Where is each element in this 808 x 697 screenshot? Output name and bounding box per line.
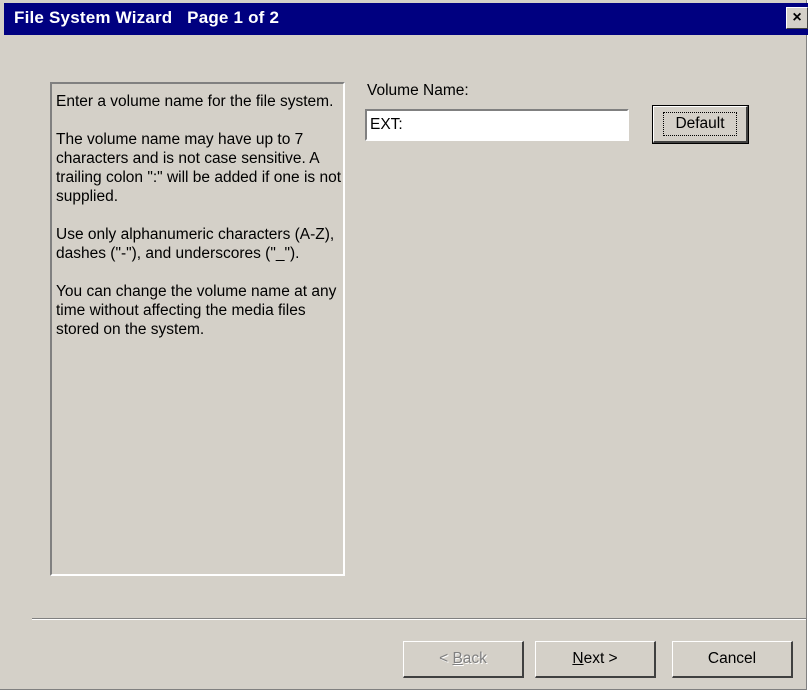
cancel-button-label: Cancel — [707, 650, 757, 667]
close-icon: × — [792, 9, 802, 26]
next-button[interactable]: Next > — [535, 641, 656, 678]
help-paragraph: Use only alphanumeric characters (A-Z), … — [56, 226, 335, 262]
help-text-panel: Enter a volume name for the file system.… — [50, 82, 345, 576]
help-paragraph: You can change the volume name at any ti… — [56, 283, 337, 338]
next-button-rest: ext > — [583, 650, 618, 667]
back-button-mnemonic: B — [452, 650, 463, 667]
volume-name-input[interactable] — [365, 109, 629, 141]
volume-name-label: Volume Name: — [367, 82, 469, 99]
wizard-window: File System Wizard Page 1 of 2 × Enter a… — [0, 0, 808, 690]
title-bar[interactable]: File System Wizard Page 1 of 2 × — [4, 3, 808, 35]
back-button: < Back — [403, 641, 524, 678]
help-paragraph: Enter a volume name for the file system. — [56, 93, 334, 110]
close-button[interactable]: × — [786, 7, 808, 29]
default-button-label: Default — [663, 112, 737, 136]
help-paragraph: The volume name may have up to 7 charact… — [56, 131, 342, 205]
back-button-prefix: < — [439, 650, 453, 667]
default-button[interactable]: Default — [652, 105, 749, 144]
back-button-rest: ack — [462, 650, 487, 667]
next-button-mnemonic: N — [572, 650, 584, 667]
window-title: File System Wizard Page 1 of 2 — [14, 8, 280, 27]
cancel-button[interactable]: Cancel — [672, 641, 793, 678]
separator — [32, 618, 806, 620]
